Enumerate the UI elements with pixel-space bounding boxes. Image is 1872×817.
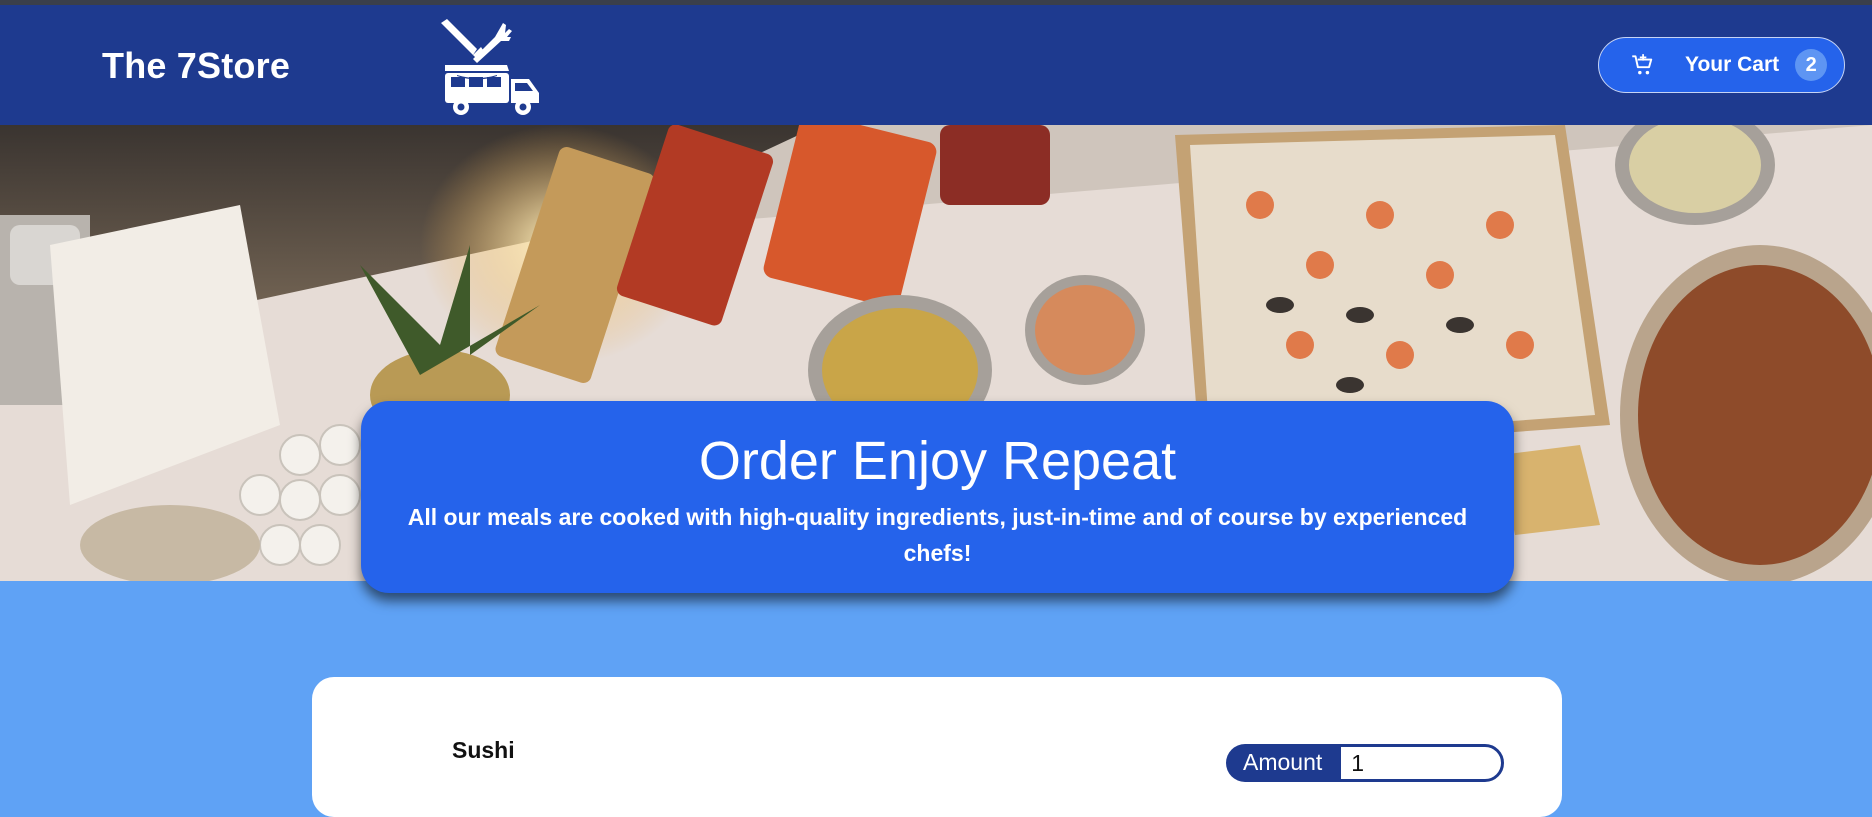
site-header: The 7Store Your Cart 2 xyxy=(0,5,1872,125)
food-truck-icon xyxy=(441,19,539,115)
banner-subtitle: All our meals are cooked with high-quali… xyxy=(407,504,1468,566)
banner-title: Order Enjoy Repeat xyxy=(698,431,1177,491)
amount-input[interactable] xyxy=(1338,744,1505,782)
amount-label: Amount xyxy=(1226,744,1339,782)
cart-count-badge: 2 xyxy=(1795,49,1828,81)
meal-amount-form: Amount xyxy=(1226,744,1505,782)
cart-label: Your Cart xyxy=(1685,53,1780,76)
hero-banner: Order Enjoy Repeat All our meals are coo… xyxy=(361,401,1514,593)
brand-title: The 7Store xyxy=(102,45,291,86)
meals-list: Sushi Amount xyxy=(312,677,1562,817)
cart-icon xyxy=(1632,54,1653,75)
cart-button[interactable]: Your Cart 2 xyxy=(1598,37,1845,93)
meal-name: Sushi xyxy=(452,737,515,763)
